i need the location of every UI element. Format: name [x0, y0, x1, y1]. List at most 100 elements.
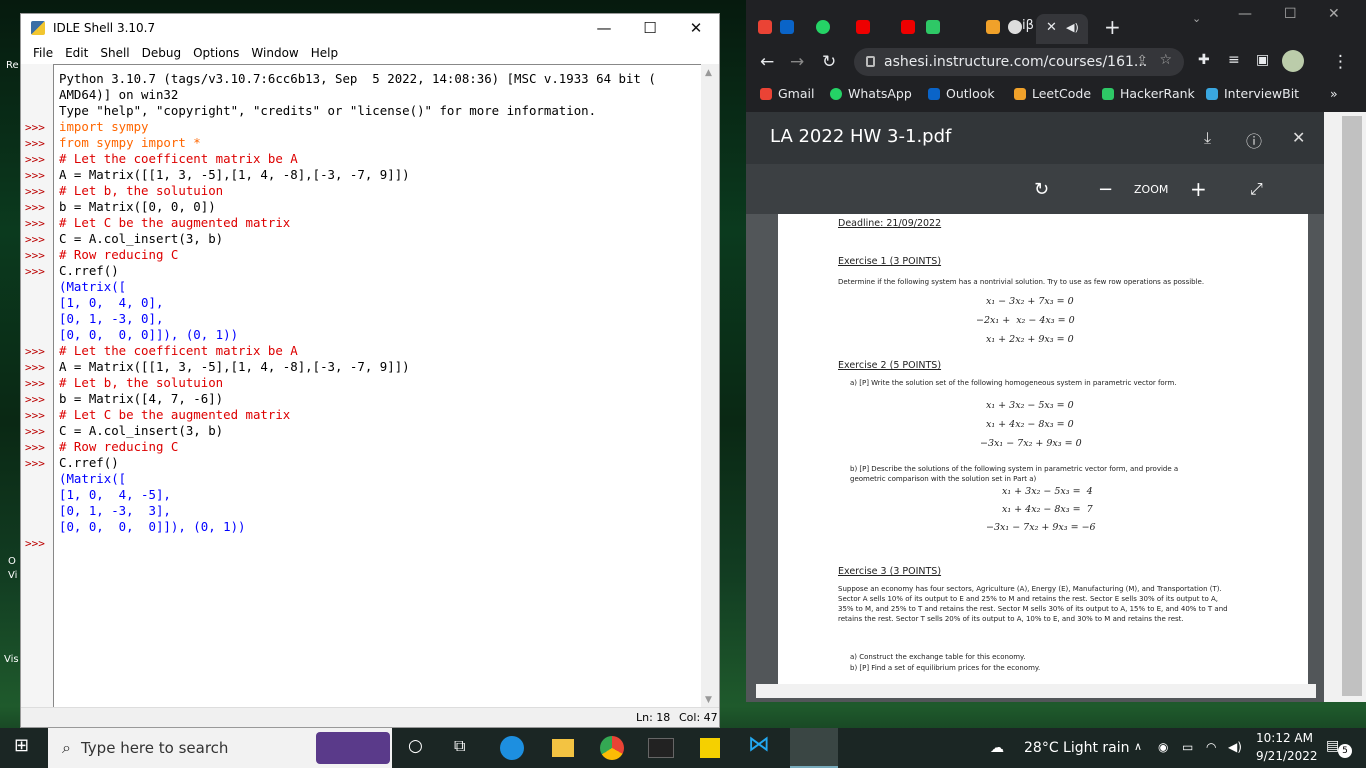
idle-taskbar-button[interactable] [790, 728, 838, 768]
scroll-down-icon[interactable]: ▼ [705, 695, 712, 705]
bookmark-star-icon[interactable]: ☆ [1159, 52, 1172, 68]
info-icon[interactable]: ⓘ [1246, 128, 1262, 152]
forward-button[interactable]: → [790, 52, 804, 72]
menu-shell[interactable]: Shell [94, 46, 135, 60]
chrome-restore-button[interactable]: ☐ [1284, 6, 1297, 22]
shell-prompt-active[interactable]: >>> [25, 537, 45, 550]
share-icon[interactable]: ⇪ [1136, 53, 1148, 69]
bookmark-outlook[interactable]: Outlook [928, 86, 995, 101]
pdf-inner-scrollbar[interactable] [1326, 112, 1340, 702]
chrome-close-button[interactable]: ✕ [1328, 6, 1340, 22]
menu-window[interactable]: Window [245, 46, 304, 60]
terminal-icon[interactable] [648, 738, 674, 758]
chrome-taskbar-icon[interactable] [600, 736, 624, 760]
tab-close-icon[interactable]: ✕ [1046, 20, 1057, 35]
pdf-scrollbar[interactable] [1324, 112, 1366, 702]
battery-icon[interactable]: ▭ [1182, 740, 1193, 754]
pdf-viewer[interactable]: LA 2022 HW 3-1.pdf ⤓ ⓘ ✕ ↻ − ZOOM + ⤢ De… [746, 112, 1366, 702]
rotate-icon[interactable]: ↻ [1034, 179, 1049, 200]
task-view-icon[interactable]: ⧉ [454, 736, 465, 756]
bookmark-whatsapp[interactable]: WhatsApp [830, 86, 912, 101]
shell-prompt: >>> [25, 425, 45, 438]
file-explorer-icon[interactable] [552, 739, 574, 757]
chrome-window[interactable]: iβ ✕ ◀) + ⌄ — ☐ ✕ ← → ↻ ashesi.instructu… [746, 0, 1366, 702]
code-line: # Let b, the solutuion [59, 183, 224, 198]
bookmark-interviewbit[interactable]: InterviewBit [1206, 86, 1299, 101]
bookmark-hackerrank[interactable]: HackerRank [1102, 86, 1195, 101]
cortana-icon[interactable]: ○ [408, 736, 423, 756]
pdf-horizontal-scrollbar[interactable] [756, 684, 1316, 698]
idle-titlebar[interactable]: IDLE Shell 3.10.7 — ☐ ✕ [21, 14, 719, 42]
output-line: [0, 0, 0, 0]]), (0, 1)) [59, 327, 239, 342]
start-button[interactable]: ⊞ [14, 735, 29, 756]
outlook-tab-icon[interactable] [780, 20, 794, 34]
gmail-tab-icon[interactable] [758, 20, 772, 34]
close-pdf-icon[interactable]: ✕ [1292, 128, 1305, 147]
back-button[interactable]: ← [760, 52, 774, 72]
menu-debug[interactable]: Debug [136, 46, 187, 60]
download-icon[interactable]: ⤓ [1204, 128, 1211, 148]
tab-search-icon[interactable]: ⌄ [1192, 12, 1201, 25]
idle-window[interactable]: IDLE Shell 3.10.7 — ☐ ✕ File Edit Shell … [20, 13, 720, 728]
side-panel-icon[interactable]: ▣ [1256, 52, 1269, 68]
ex1-eq1: x₁ − 3x₂ + 7x₃ = 0 [986, 296, 1074, 307]
shell-prompt: >>> [25, 169, 45, 182]
chrome-menu-icon[interactable]: ⋮ [1332, 52, 1349, 72]
tray-chevron-icon[interactable]: ∧ [1134, 740, 1142, 753]
bookmark-leetcode[interactable]: LeetCode [1014, 86, 1091, 101]
close-button[interactable]: ✕ [673, 14, 719, 42]
minimize-button[interactable]: — [581, 14, 627, 42]
maximize-button[interactable]: ☐ [627, 14, 673, 42]
interviewbit-icon [1206, 87, 1218, 100]
menu-file[interactable]: File [27, 46, 59, 60]
scroll-up-icon[interactable]: ▲ [705, 68, 712, 78]
shell-prompt: >>> [25, 217, 45, 230]
weather-text[interactable]: 28°C Light rain [1024, 740, 1130, 756]
onedrive-icon[interactable]: ◉ [1158, 740, 1168, 754]
shell-scrollbar[interactable]: ▲ ▼ [701, 64, 719, 709]
leetcode-icon [1014, 87, 1026, 100]
ex2-b-eq2: x₁ + 4x₂ − 8x₃ = 7 [1002, 504, 1093, 515]
taskbar-search[interactable]: ⌕ Type here to search [48, 728, 392, 768]
extensions-icon[interactable]: ✚ [1198, 52, 1210, 68]
fullscreen-icon[interactable]: ⤢ [1250, 179, 1263, 199]
weather-icon[interactable]: ☁ [990, 740, 1004, 756]
zoom-in-button[interactable]: + [1190, 177, 1207, 201]
shell-prompt: >>> [25, 201, 45, 214]
active-tab[interactable]: ✕ ◀) [1036, 14, 1088, 44]
search-highlight-image [316, 732, 390, 764]
volume-icon[interactable]: ◀) [1228, 740, 1242, 754]
chrome-minimize-button[interactable]: — [1238, 6, 1252, 22]
reading-list-icon[interactable]: ≡ [1228, 52, 1240, 68]
address-bar[interactable]: ashesi.instructure.com/courses/161... ⇪ … [854, 48, 1184, 76]
clock-date[interactable]: 9/21/2022 [1256, 749, 1318, 763]
pdf-scroll-thumb[interactable] [1342, 116, 1362, 696]
whatsapp-tab-icon[interactable] [816, 20, 830, 34]
zoom-out-button[interactable]: − [1098, 179, 1113, 200]
leetcode-tab-icon[interactable] [986, 20, 1000, 34]
menu-options[interactable]: Options [187, 46, 245, 60]
shell-prompt: >>> [25, 345, 45, 358]
more-bookmarks-icon[interactable]: » [1330, 86, 1338, 101]
ex2-heading: Exercise 2 (5 POINTS) [838, 360, 942, 371]
ex2-b-text: b) [P] Describe the solutions of the fol… [850, 465, 1179, 483]
settings-tab-icon[interactable] [1008, 20, 1022, 34]
profile-avatar[interactable] [1282, 50, 1304, 72]
menu-help[interactable]: Help [305, 46, 344, 60]
bookmark-gmail[interactable]: Gmail [760, 86, 814, 101]
ex2-a-eq3: −3x₁ − 7x₂ + 9x₃ = 0 [980, 438, 1082, 449]
youtube-tab-icon[interactable] [901, 20, 915, 34]
youtube-tab-icon[interactable] [856, 20, 870, 34]
hackerrank-tab-icon[interactable] [926, 20, 940, 34]
whatsapp-icon [830, 87, 842, 100]
menu-edit[interactable]: Edit [59, 46, 94, 60]
reload-button[interactable]: ↻ [822, 52, 836, 72]
sticky-notes-icon[interactable] [700, 738, 720, 758]
wifi-icon[interactable]: ◠ [1206, 740, 1216, 754]
clock-time[interactable]: 10:12 AM [1256, 731, 1313, 745]
vscode-icon[interactable]: ⋈ [748, 732, 770, 757]
edge-icon[interactable] [500, 736, 524, 760]
new-tab-button[interactable]: + [1104, 15, 1121, 39]
code-line: b = Matrix([4, 7, -6]) [59, 391, 224, 406]
tab-label-ib[interactable]: iβ [1022, 18, 1034, 33]
